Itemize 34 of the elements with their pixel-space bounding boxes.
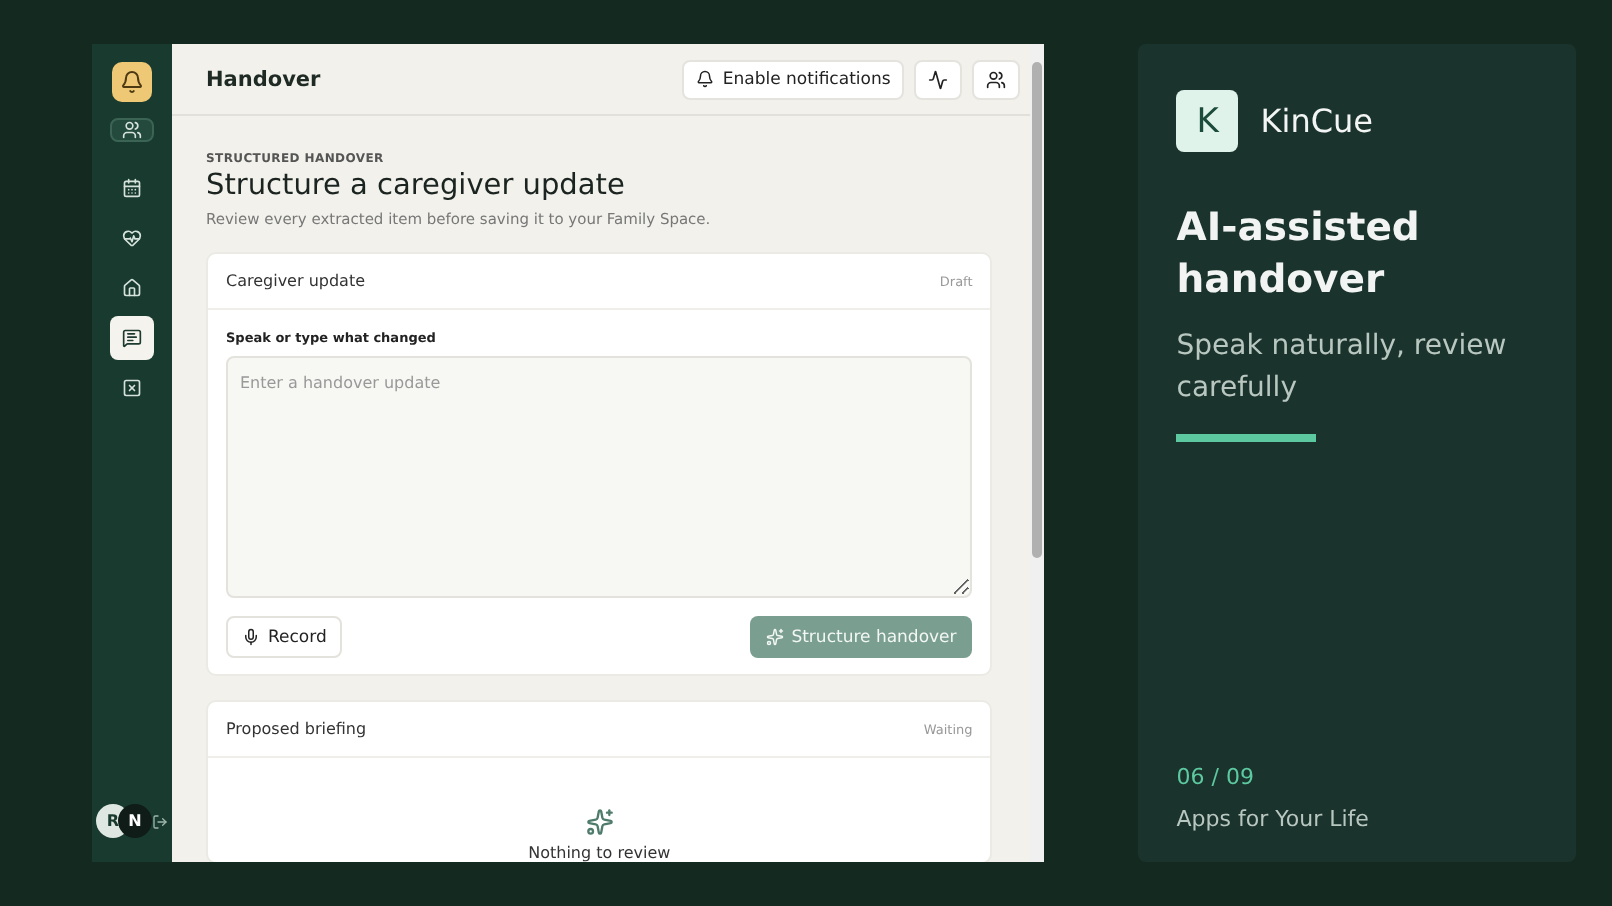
heart-icon: [122, 228, 142, 248]
page-title: Structure a caregiver update: [206, 170, 627, 202]
activity-button[interactable]: [914, 59, 963, 99]
brand-logo: K: [1176, 90, 1239, 152]
pulse-icon: [928, 69, 949, 89]
home-icon: [122, 278, 142, 298]
sidebar-item[interactable]: [110, 118, 154, 142]
message-icon: [122, 328, 142, 348]
sparkles-icon: [765, 628, 784, 646]
calendar-icon: [122, 178, 142, 198]
bell-logo[interactable]: [112, 62, 152, 102]
sparkles-icon: [585, 808, 614, 836]
page-heading: Handover: [206, 67, 321, 91]
card-title: Proposed briefing: [226, 720, 367, 738]
logout-icon[interactable]: [152, 813, 168, 829]
promo-tagline: Speak naturally, review carefully: [1176, 327, 1509, 408]
empty-message: Nothing to review: [528, 844, 671, 862]
sidebar-item[interactable]: [110, 316, 154, 360]
bell-icon: [696, 70, 715, 88]
users-icon: [986, 69, 1007, 89]
enable-notifications-button[interactable]: Enable notifications: [682, 59, 905, 99]
microphone-icon: [242, 628, 260, 646]
people-button[interactable]: [972, 59, 1021, 99]
brand-name: KinCue: [1260, 102, 1374, 140]
users-icon: [122, 120, 142, 140]
square-x-icon: [122, 378, 142, 398]
avatar[interactable]: N: [118, 804, 152, 838]
promo-footer: Apps for Your Life: [1176, 806, 1538, 832]
card-title: Caregiver update: [226, 272, 365, 290]
record-button[interactable]: Record: [226, 616, 343, 658]
slide-counter: 06 / 09: [1176, 764, 1256, 790]
update-input-field[interactable]: Enter a handover update: [226, 356, 973, 598]
promo-headline: AI-assisted handover: [1176, 202, 1422, 307]
scrollbar[interactable]: [1030, 44, 1045, 862]
